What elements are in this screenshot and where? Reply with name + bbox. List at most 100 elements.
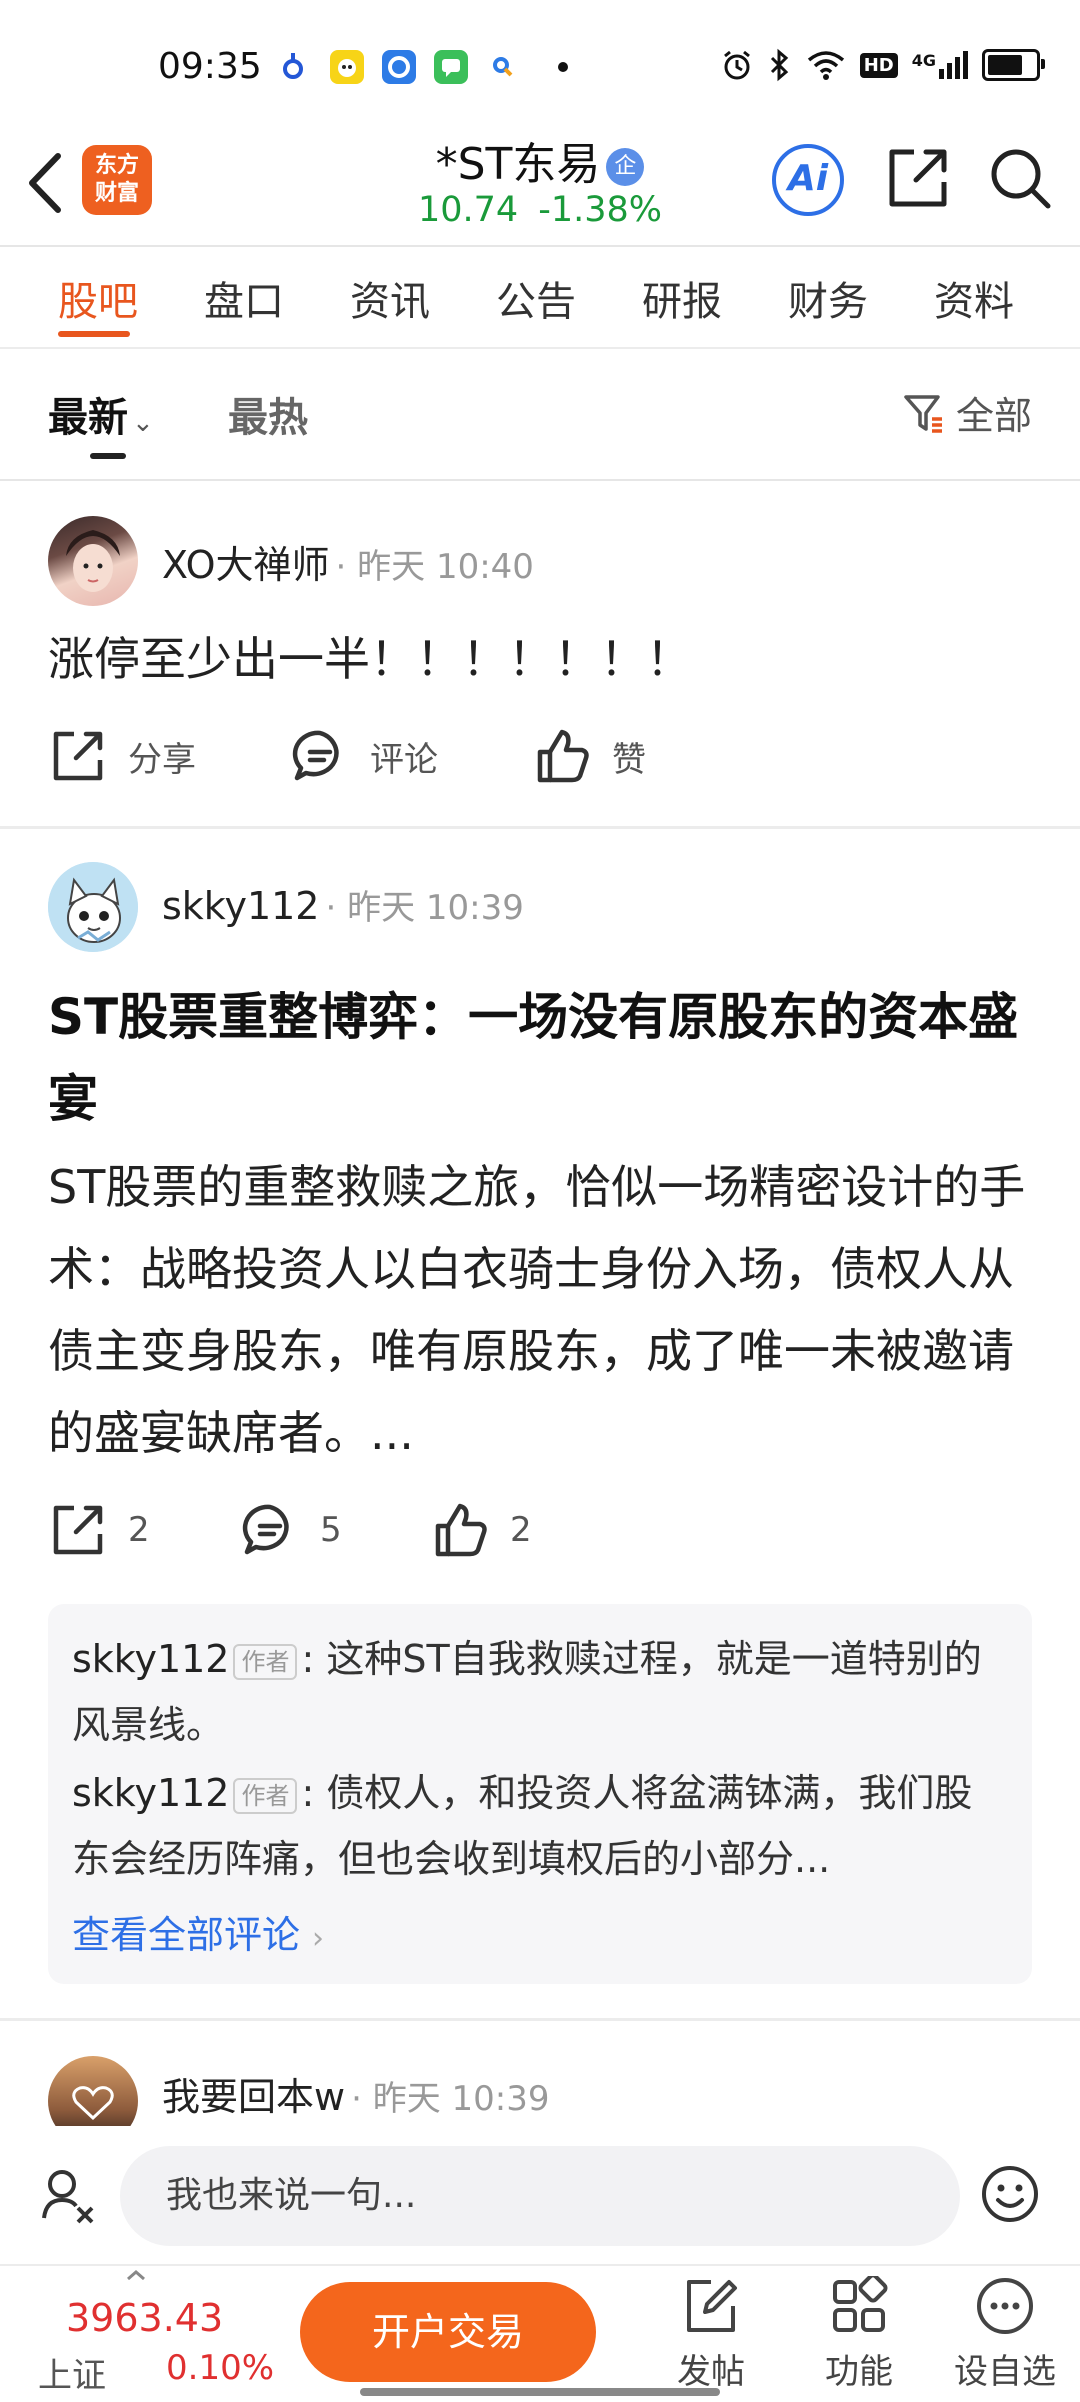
nav-add-watchlist-label: 设自选 bbox=[954, 2352, 1056, 2392]
ai-assistant-button[interactable]: Ai bbox=[772, 144, 844, 216]
author-name[interactable]: XO大禅师 bbox=[162, 543, 330, 587]
author-line: XO大禅师 · 昨天 10:40 bbox=[162, 534, 534, 589]
bottom-bar: 3963.43 上证 0.10% 开户交易 发帖 功能 设自选 bbox=[0, 2264, 1080, 2402]
tab-news[interactable]: 资讯 bbox=[350, 269, 430, 327]
filter-all-button[interactable]: 全部 bbox=[902, 385, 1032, 440]
signal-4g-icon: 4G bbox=[912, 51, 968, 79]
stock-name: *ST东易 bbox=[435, 139, 601, 190]
index-name[interactable]: 上证 bbox=[38, 2348, 106, 2397]
open-account-trade-button[interactable]: 开户交易 bbox=[300, 2282, 596, 2382]
comment-author[interactable]: skky112 bbox=[72, 1771, 229, 1815]
post-time: · 昨天 10:39 bbox=[351, 2079, 550, 2119]
comment-icon bbox=[292, 730, 339, 781]
wifi-icon bbox=[807, 51, 844, 80]
compose-icon bbox=[687, 2280, 737, 2332]
like-count: 2 bbox=[510, 1510, 532, 1550]
avatar[interactable] bbox=[48, 2056, 138, 2126]
post-item[interactable]: skky112 · 昨天 10:39 ST股票重整博弈：一场没有原股东的资本盛宴 … bbox=[0, 830, 1080, 2020]
messages-icon bbox=[434, 50, 468, 84]
share-action[interactable]: 分享 bbox=[50, 728, 196, 784]
post-title[interactable]: ST股票重整博弈：一场没有原股东的资本盛宴 bbox=[48, 976, 1040, 1140]
nav-features-label: 功能 bbox=[825, 2352, 893, 2392]
comment-input[interactable]: 我也来说一句... bbox=[120, 2146, 960, 2246]
filter-icon bbox=[904, 394, 942, 433]
emoji-button[interactable] bbox=[980, 2164, 1040, 2224]
avatar[interactable] bbox=[48, 516, 138, 606]
battery-icon bbox=[982, 49, 1045, 81]
tab-research[interactable]: 研报 bbox=[642, 269, 722, 327]
share-icon bbox=[53, 1505, 103, 1555]
index-value[interactable]: 3963.43 bbox=[66, 2296, 223, 2340]
alarm-icon bbox=[723, 50, 750, 80]
search-icon bbox=[991, 149, 1051, 209]
nav-post[interactable]: 发帖 bbox=[646, 2276, 776, 2393]
author-badge: 作者 bbox=[233, 1643, 298, 1680]
sort-newest-button[interactable]: 最新 ⌄ bbox=[48, 385, 154, 443]
voice-translate-icon bbox=[42, 2170, 94, 2224]
post-body[interactable]: ST股票的重整救赎之旅，恰似一场精密设计的手术：战略投资人以白衣骑士身份入场，债… bbox=[48, 1146, 1040, 1474]
stock-price: 10.74 bbox=[417, 190, 519, 230]
tab-announcements[interactable]: 公告 bbox=[496, 269, 576, 327]
chevron-down-icon: ⌄ bbox=[132, 408, 154, 438]
comment-item[interactable]: skky112 作者: 债权人，和投资人将盆满钵满，我们股东会经历阵痛，但也会收到… bbox=[72, 1760, 1002, 1892]
status-right-icons: HD 4G bbox=[720, 48, 1045, 82]
comment-action[interactable]: 评论 bbox=[292, 728, 438, 784]
hd-icon: HD bbox=[859, 52, 898, 78]
tab-guba[interactable]: 股吧 bbox=[58, 269, 138, 327]
post-time: · 昨天 10:39 bbox=[325, 888, 524, 928]
tab-pankou[interactable]: 盘口 bbox=[204, 269, 284, 327]
status-bar: 09:35 HD 4G bbox=[0, 0, 1080, 130]
comment-input-bar: 我也来说一句... bbox=[0, 2126, 1080, 2264]
share-button[interactable] bbox=[886, 146, 950, 210]
post-text[interactable]: 涨停至少出一半！！！！！！！ bbox=[48, 618, 1040, 700]
like-action[interactable]: 2 bbox=[432, 1502, 532, 1558]
index-change[interactable]: 0.10% bbox=[166, 2348, 274, 2388]
home-indicator[interactable] bbox=[360, 2388, 720, 2396]
emoji-icon bbox=[982, 2166, 1038, 2222]
view-all-label: 查看全部评论 bbox=[72, 1913, 301, 1957]
filter-row: 最新 ⌄ 最热 全部 bbox=[0, 347, 1080, 481]
post-divider bbox=[0, 826, 1080, 829]
filter-all-label: 全部 bbox=[955, 394, 1032, 438]
avatar[interactable] bbox=[48, 862, 138, 952]
comment-icon bbox=[242, 1504, 289, 1555]
author-name[interactable]: skky112 bbox=[162, 884, 319, 928]
chevron-right-icon: › bbox=[312, 1921, 325, 1956]
comments-preview[interactable]: skky112 作者: 这种ST自我救赎过程，就是一道特别的风景线。 skky11… bbox=[48, 1604, 1032, 1984]
stock-tabs: 股吧 盘口 资讯 公告 研报 财务 资料 bbox=[0, 245, 1080, 349]
author-badge: 作者 bbox=[233, 1777, 298, 1814]
author-line: skky112 · 昨天 10:39 bbox=[162, 880, 524, 929]
verified-badge: 企 bbox=[606, 148, 645, 186]
bluetooth-icon bbox=[770, 48, 788, 82]
share-icon bbox=[889, 149, 947, 207]
nav-features[interactable]: 功能 bbox=[794, 2276, 924, 2393]
tab-finance[interactable]: 财务 bbox=[788, 269, 868, 327]
stock-header: 东方 财富 *ST东易企 10.74 -1.38% Ai bbox=[0, 120, 1080, 247]
tab-profile[interactable]: 资料 bbox=[934, 269, 1014, 327]
post-item[interactable]: XO大禅师 · 昨天 10:40 涨停至少出一半！！！！！！！ 分享 评论 赞 bbox=[0, 480, 1080, 828]
nav-post-label: 发帖 bbox=[677, 2352, 745, 2392]
share-count: 2 bbox=[128, 1510, 150, 1550]
post-item[interactable]: 我要回本w · 昨天 10:39 bbox=[0, 2022, 1080, 2126]
more-circle-icon bbox=[977, 2278, 1033, 2334]
comment-author[interactable]: skky112 bbox=[72, 1637, 229, 1681]
like-action[interactable]: 赞 bbox=[534, 728, 646, 784]
share-action[interactable]: 2 bbox=[50, 1502, 150, 1558]
comment-action[interactable]: 5 bbox=[242, 1502, 342, 1558]
author-line: 我要回本w · 昨天 10:39 bbox=[162, 2066, 550, 2121]
view-all-comments-link[interactable]: 查看全部评论 › bbox=[72, 1904, 324, 1959]
comment-item[interactable]: skky112 作者: 这种ST自我救赎过程，就是一道特别的风景线。 bbox=[72, 1626, 1002, 1758]
baidu-icon bbox=[280, 50, 314, 84]
grid-apps-icon bbox=[833, 2276, 888, 2332]
like-label: 赞 bbox=[612, 739, 646, 780]
chevron-up-icon[interactable] bbox=[126, 2270, 146, 2280]
thumbs-up-icon bbox=[435, 1503, 487, 1557]
share-label: 分享 bbox=[128, 739, 196, 780]
voice-input-button[interactable] bbox=[38, 2164, 98, 2224]
nav-add-watchlist[interactable]: 设自选 bbox=[940, 2276, 1070, 2393]
search-button[interactable] bbox=[988, 146, 1052, 210]
author-name[interactable]: 我要回本w bbox=[162, 2075, 345, 2119]
network-type: 4G bbox=[911, 51, 936, 70]
post-time: · 昨天 10:40 bbox=[335, 547, 534, 587]
sort-hot-button[interactable]: 最热 bbox=[228, 385, 308, 443]
